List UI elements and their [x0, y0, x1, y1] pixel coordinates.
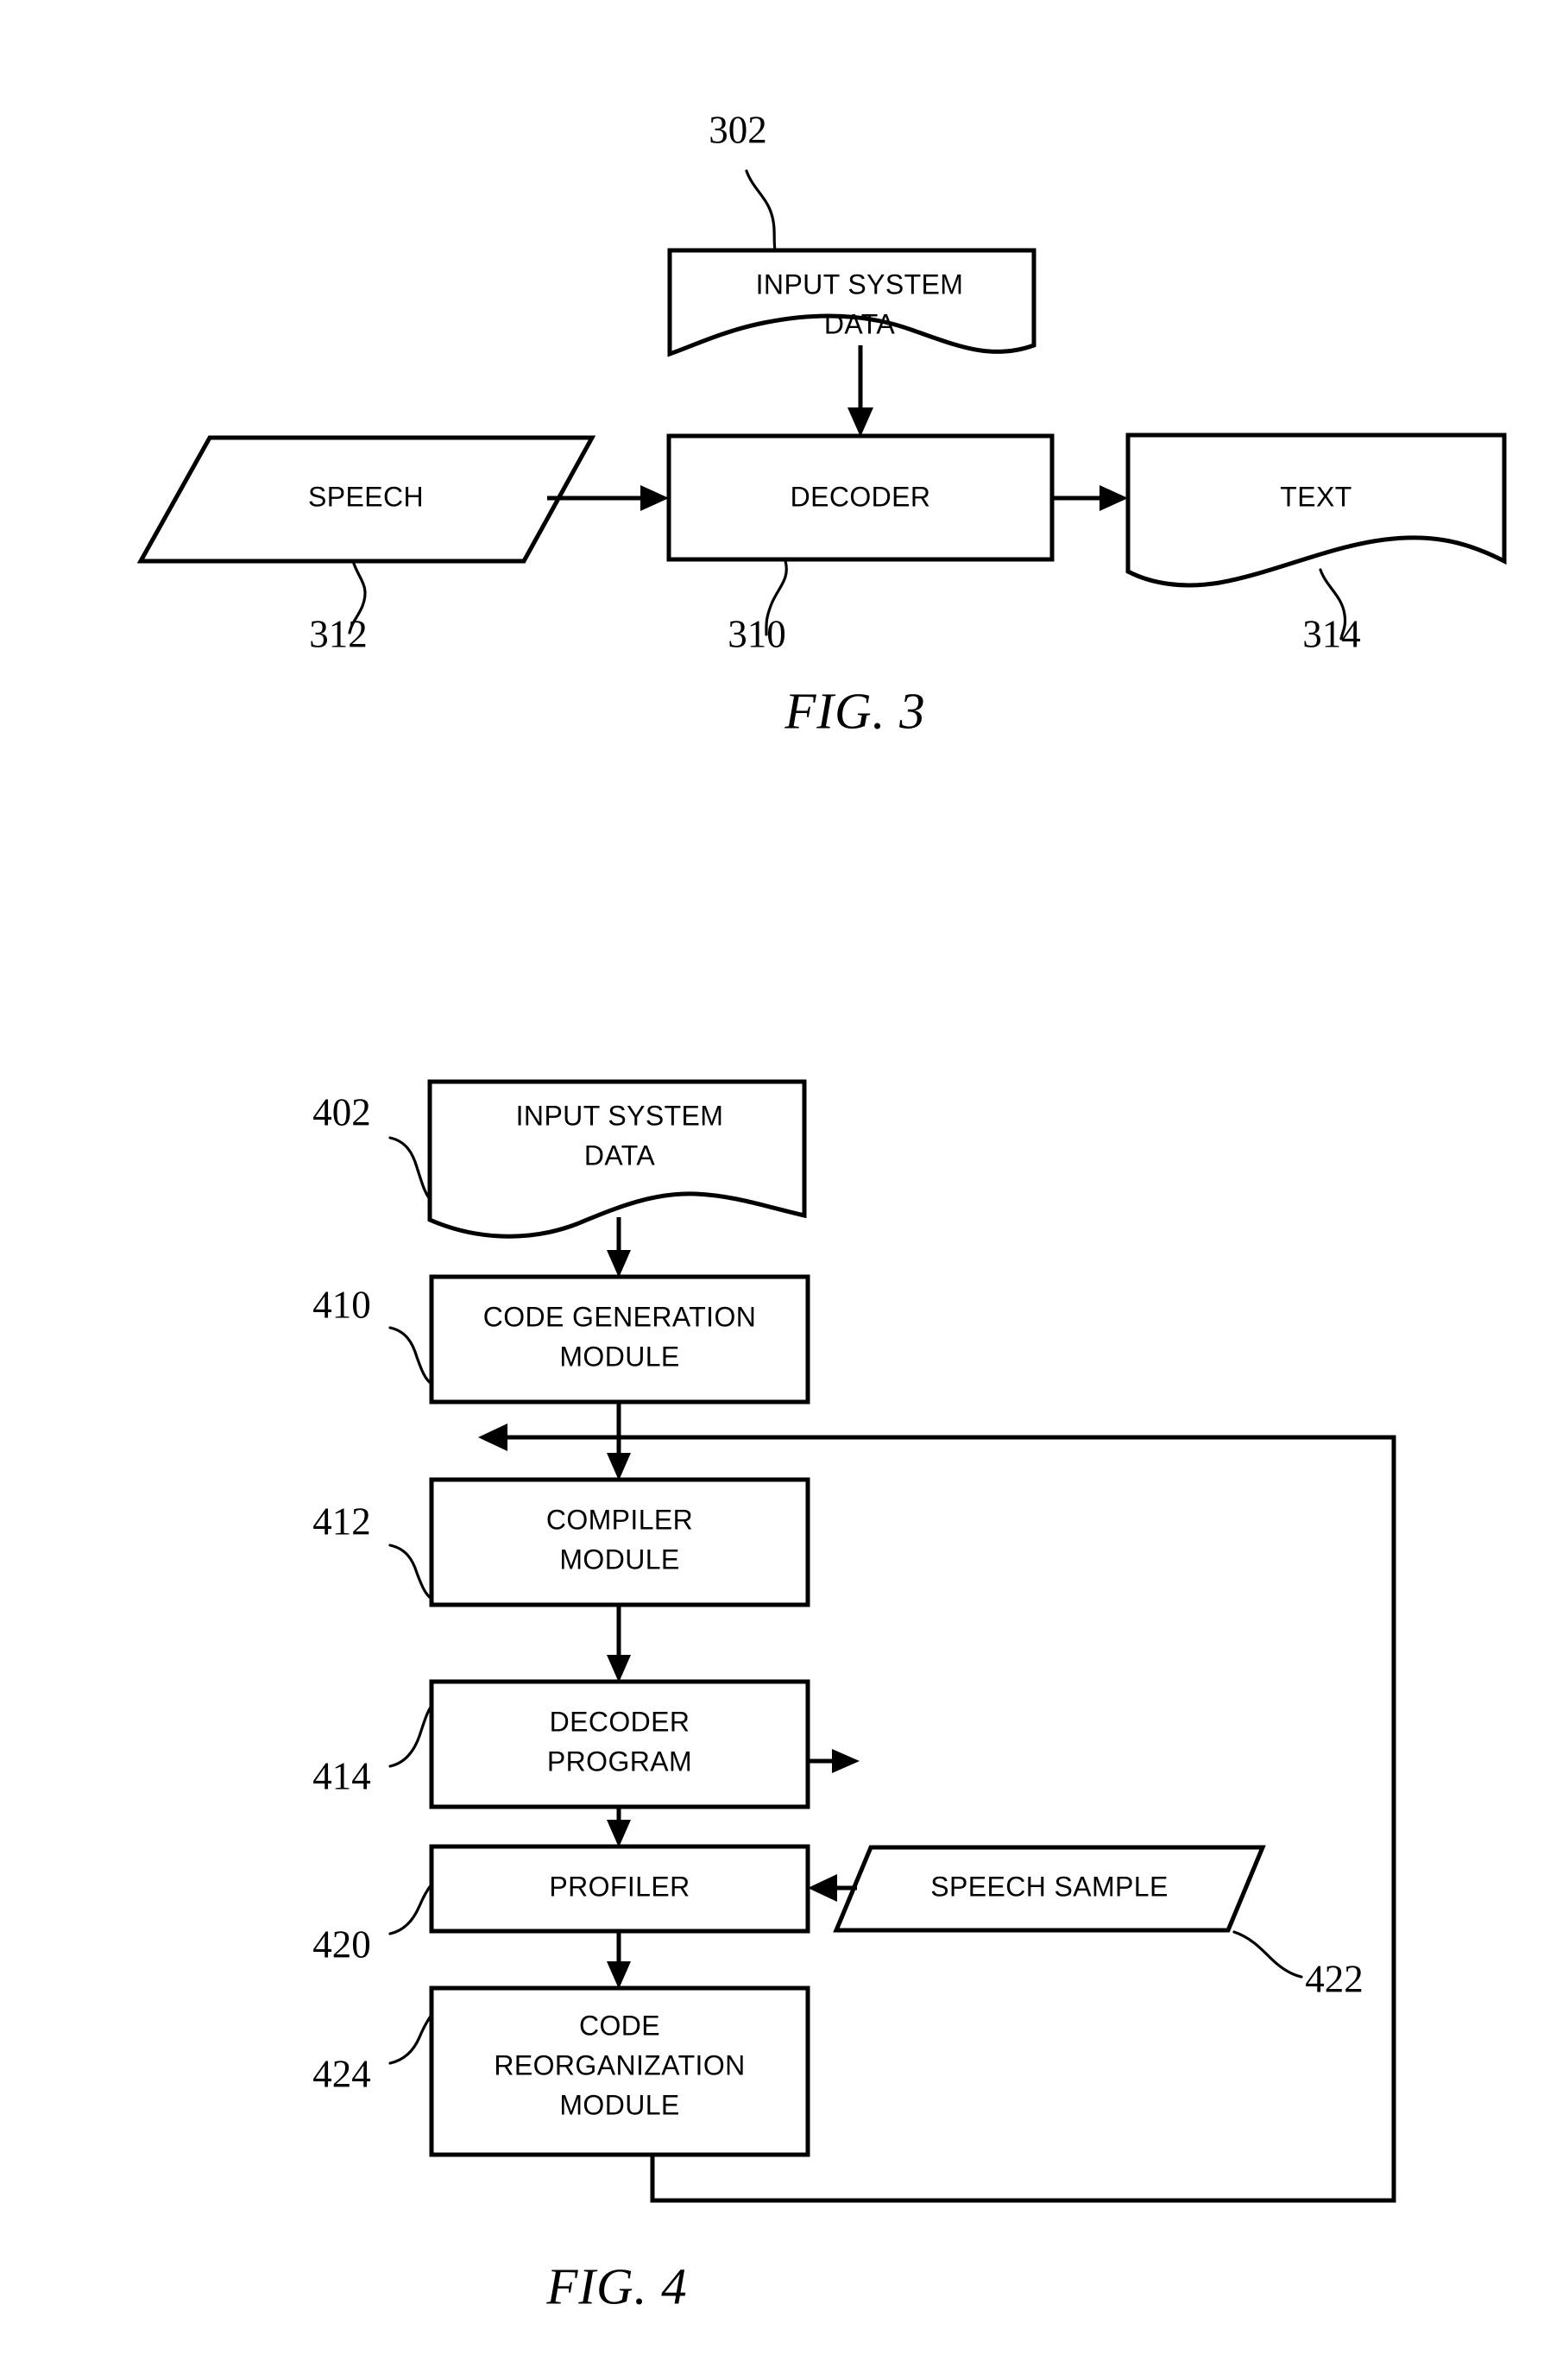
- node-code-generation-module-label-line1: CODE GENERATION: [483, 1301, 757, 1332]
- arrowhead-speechsample-to-profiler: [808, 1874, 837, 1902]
- node-speech-label: SPEECH: [308, 481, 424, 512]
- leader-line-424: [388, 2013, 433, 2065]
- arrowhead-codegen-to-compiler: [607, 1453, 631, 1480]
- ref-numeral-422: 422: [1305, 1957, 1364, 2000]
- leader-line-420: [388, 1883, 433, 1935]
- ref-numeral-420: 420: [312, 1922, 371, 1966]
- node-input-system-data-4-label-line2: DATA: [584, 1139, 655, 1171]
- node-decoder-program-label-line2: PROGRAM: [547, 1746, 692, 1777]
- node-decoder-label: DECODER: [791, 481, 931, 512]
- arrowhead-input-to-codegen-4: [607, 1250, 631, 1278]
- leader-line-402: [388, 1136, 432, 1201]
- leader-line-414: [388, 1704, 433, 1768]
- ref-numeral-312: 312: [309, 612, 368, 655]
- leader-line-410: [388, 1326, 433, 1386]
- patent-drawing-sheet: INPUT SYSTEM DATA SPEECH DECODER TEXT 30…: [0, 0, 1550, 2380]
- node-speech-sample-label: SPEECH SAMPLE: [930, 1871, 1169, 1902]
- figure-3-caption: FIG. 3: [784, 683, 925, 740]
- ref-numeral-410: 410: [312, 1283, 371, 1326]
- arrowhead-feedback-loop: [478, 1424, 507, 1451]
- patent-figures-canvas: INPUT SYSTEM DATA SPEECH DECODER TEXT 30…: [136, 108, 1507, 2315]
- leader-line-302: [745, 169, 777, 252]
- node-input-system-data-label-line2: DATA: [824, 308, 895, 339]
- ref-numeral-302: 302: [709, 108, 767, 151]
- node-text-label: TEXT: [1280, 481, 1352, 512]
- ref-numeral-414: 414: [312, 1754, 371, 1797]
- arrowhead-compiler-to-decoderprog: [607, 1655, 631, 1682]
- ref-numeral-314: 314: [1302, 612, 1361, 655]
- figure-4-group: INPUT SYSTEM DATA CODE GENERATION MODULE…: [312, 1079, 1396, 2315]
- node-input-system-data-label-line1: INPUT SYSTEM: [756, 268, 964, 300]
- node-code-generation-module-label-line2: MODULE: [559, 1341, 679, 1372]
- arrowhead-decoder-to-text: [1099, 485, 1128, 511]
- node-input-system-data-4-label-line1: INPUT SYSTEM: [516, 1100, 724, 1131]
- arrowhead-profiler-to-codereorg: [607, 1961, 631, 1989]
- node-code-reorganization-module-label-line3: MODULE: [559, 2089, 679, 2120]
- leader-line-412: [388, 1544, 433, 1600]
- node-code-generation-module-shape: [429, 1274, 810, 1405]
- arrowhead-decoderprog-output: [832, 1749, 860, 1773]
- node-decoder-program-shape: [429, 1679, 810, 1809]
- node-profiler-label: PROFILER: [549, 1871, 690, 1902]
- arrowhead-input-to-decoder: [847, 407, 873, 437]
- arrowhead-decoderprog-to-profiler: [607, 1820, 631, 1847]
- leader-line-422: [1232, 1930, 1303, 1979]
- ref-numeral-402: 402: [312, 1090, 371, 1133]
- figure-4-caption: FIG. 4: [545, 2258, 687, 2315]
- node-compiler-module-shape: [429, 1477, 810, 1607]
- node-code-reorganization-module-label-line1: CODE: [579, 2010, 660, 2041]
- figure-3-group: INPUT SYSTEM DATA SPEECH DECODER TEXT 30…: [136, 108, 1507, 740]
- node-compiler-module-label-line2: MODULE: [559, 1544, 679, 1575]
- node-code-reorganization-module-label-line2: REORGANIZATION: [494, 2049, 745, 2080]
- node-decoder-program-label-line1: DECODER: [550, 1706, 690, 1737]
- node-compiler-module-label-line1: COMPILER: [546, 1504, 693, 1535]
- arrowhead-speech-to-decoder: [640, 485, 669, 511]
- ref-numeral-310: 310: [728, 612, 786, 655]
- ref-numeral-424: 424: [312, 2052, 371, 2095]
- ref-numeral-412: 412: [312, 1499, 371, 1543]
